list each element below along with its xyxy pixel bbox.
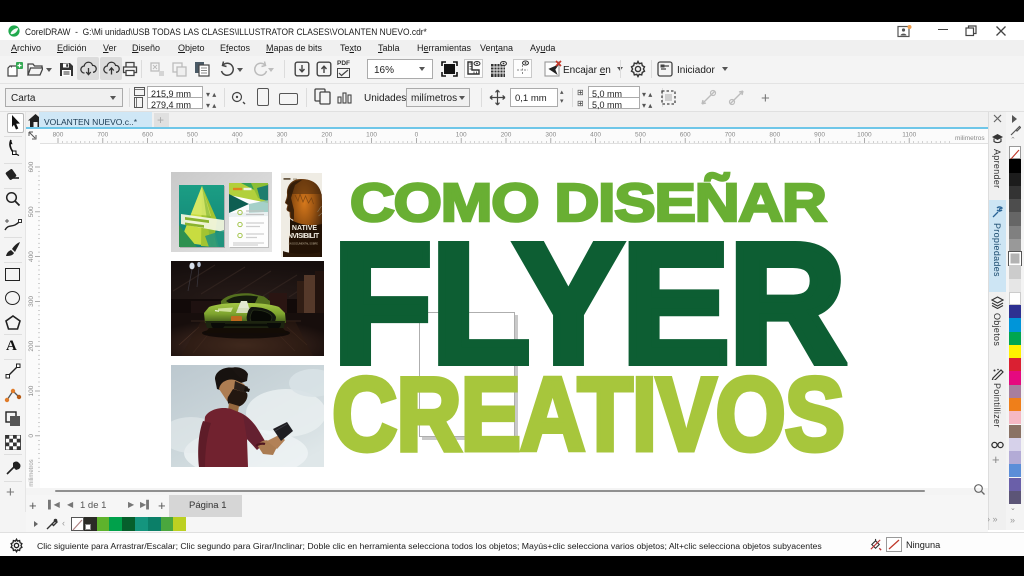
svg-text:700: 700	[97, 132, 108, 139]
svg-text:300: 300	[28, 296, 35, 307]
svg-text:milimetros: milimetros	[955, 135, 985, 142]
svg-text:100: 100	[28, 385, 35, 396]
svg-text:NATIVE: NATIVE	[292, 225, 317, 232]
svg-text:200: 200	[321, 132, 332, 139]
svg-text:100: 100	[366, 132, 377, 139]
svg-text:200: 200	[501, 132, 512, 139]
svg-text:800: 800	[53, 132, 64, 139]
svg-text:400: 400	[232, 132, 243, 139]
svg-text:300: 300	[545, 132, 556, 139]
svg-text:1100: 1100	[902, 132, 916, 139]
svg-text:900: 900	[814, 132, 825, 139]
svg-text:800: 800	[769, 132, 780, 139]
svg-text:400: 400	[590, 132, 601, 139]
svg-text:500: 500	[635, 132, 646, 139]
svg-text:400: 400	[28, 251, 35, 262]
svg-text:600: 600	[142, 132, 153, 139]
svg-text:500: 500	[187, 132, 198, 139]
svg-text:0: 0	[415, 132, 419, 139]
svg-text:300: 300	[277, 132, 288, 139]
svg-text:200: 200	[28, 340, 35, 351]
svg-text:0: 0	[28, 434, 35, 438]
svg-text:INVISIBILIT: INVISIBILIT	[286, 233, 319, 240]
svg-text:600: 600	[28, 161, 35, 172]
svg-text:600: 600	[680, 132, 691, 139]
svg-text:500: 500	[28, 206, 35, 217]
svg-text:milimetros: milimetros	[29, 459, 35, 486]
svg-text:100: 100	[456, 132, 467, 139]
svg-text:700: 700	[725, 132, 736, 139]
svg-text:1000: 1000	[857, 132, 872, 139]
svg-text:UN DOCUMENTAL SOBRE: UN DOCUMENTAL SOBRE	[288, 243, 318, 246]
